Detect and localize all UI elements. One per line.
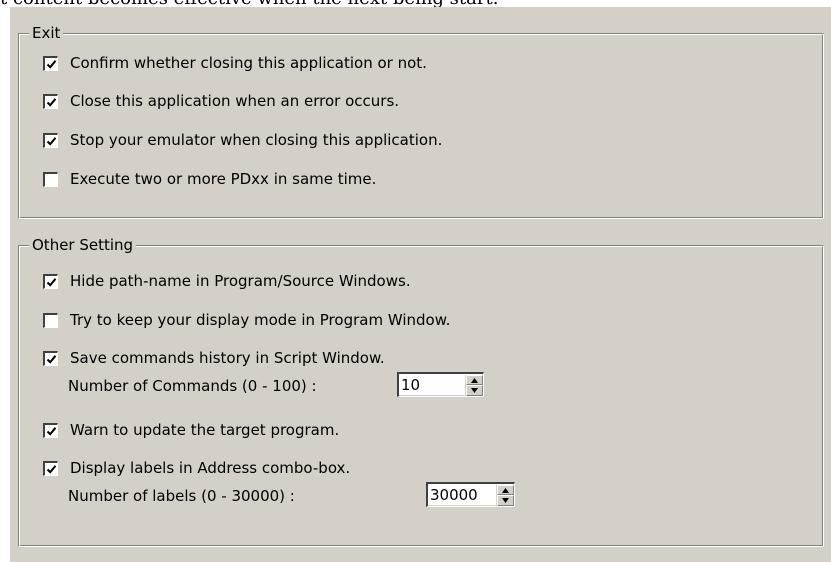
commands-count-value[interactable]: 10 xyxy=(399,375,420,395)
commands-count-down-button[interactable] xyxy=(466,385,483,396)
multiple-pdxx-checkbox[interactable] xyxy=(43,171,58,187)
labels-count-label: Number of labels (0 - 30000) : xyxy=(68,487,295,505)
exit-group: Exit Confirm whether closing this applic… xyxy=(18,23,824,219)
confirm-close-option[interactable]: Confirm whether closing this application… xyxy=(43,51,427,75)
stop-emulator-label: Stop your emulator when closing this app… xyxy=(70,131,443,149)
checkmark-icon xyxy=(46,354,57,364)
confirm-close-checkbox[interactable] xyxy=(43,55,58,71)
checkmark-icon xyxy=(46,59,57,69)
labels-count-up-button[interactable] xyxy=(497,484,514,495)
save-history-label: Save commands history in Script Window. xyxy=(70,349,385,367)
save-history-checkbox[interactable] xyxy=(43,350,58,366)
labels-count-value[interactable]: 30000 xyxy=(428,485,478,505)
arrow-down-icon xyxy=(471,388,478,393)
stop-emulator-option[interactable]: Stop your emulator when closing this app… xyxy=(43,128,442,152)
checkmark-icon xyxy=(46,277,57,287)
hide-path-checkbox[interactable] xyxy=(43,273,58,289)
commands-count-spin-buttons[interactable] xyxy=(465,374,483,396)
labels-count-spinbox[interactable]: 30000 xyxy=(426,482,515,507)
checkmark-icon xyxy=(46,464,57,474)
keep-display-mode-option[interactable]: Try to keep your display mode in Program… xyxy=(43,308,450,332)
commands-count-spinbox[interactable]: 10 xyxy=(397,372,484,397)
close-on-error-checkbox[interactable] xyxy=(43,93,58,109)
other-setting-group: Other Setting Hide path-name in Program/… xyxy=(18,235,824,547)
save-history-option[interactable]: Save commands history in Script Window. xyxy=(43,346,385,370)
arrow-up-icon xyxy=(502,487,509,493)
keep-display-mode-label: Try to keep your display mode in Program… xyxy=(70,311,451,329)
display-labels-checkbox[interactable] xyxy=(43,460,58,476)
arrow-up-icon xyxy=(471,377,478,383)
multiple-pdxx-option[interactable]: Execute two or more PDxx in same time. xyxy=(43,167,376,191)
hide-path-option[interactable]: Hide path-name in Program/Source Windows… xyxy=(43,269,411,293)
commands-count-label: Number of Commands (0 - 100) : xyxy=(68,377,317,395)
checkmark-icon xyxy=(46,426,57,436)
commands-count-up-button[interactable] xyxy=(466,374,483,385)
exit-group-title: Exit xyxy=(29,23,64,43)
arrow-down-icon xyxy=(502,498,509,503)
labels-count-spin-buttons[interactable] xyxy=(496,484,514,506)
other-setting-group-title: Other Setting xyxy=(29,235,137,255)
multiple-pdxx-label: Execute two or more PDxx in same time. xyxy=(70,170,377,188)
settings-panel: Exit Confirm whether closing this applic… xyxy=(10,7,831,562)
close-on-error-label: Close this application when an error occ… xyxy=(70,92,400,110)
confirm-close-label: Confirm whether closing this application… xyxy=(70,54,427,72)
stop-emulator-checkbox[interactable] xyxy=(43,132,58,148)
checkmark-icon xyxy=(46,136,57,146)
checkmark-icon xyxy=(46,97,57,107)
display-labels-label: Display labels in Address combo-box. xyxy=(70,459,351,477)
warn-update-label: Warn to update the target program. xyxy=(70,421,340,439)
warn-update-checkbox[interactable] xyxy=(43,422,58,438)
close-on-error-option[interactable]: Close this application when an error occ… xyxy=(43,89,399,113)
hide-path-label: Hide path-name in Program/Source Windows… xyxy=(70,272,411,290)
labels-count-down-button[interactable] xyxy=(497,495,514,506)
warn-update-option[interactable]: Warn to update the target program. xyxy=(43,418,339,442)
keep-display-mode-checkbox[interactable] xyxy=(43,312,58,328)
display-labels-option[interactable]: Display labels in Address combo-box. xyxy=(43,456,350,480)
